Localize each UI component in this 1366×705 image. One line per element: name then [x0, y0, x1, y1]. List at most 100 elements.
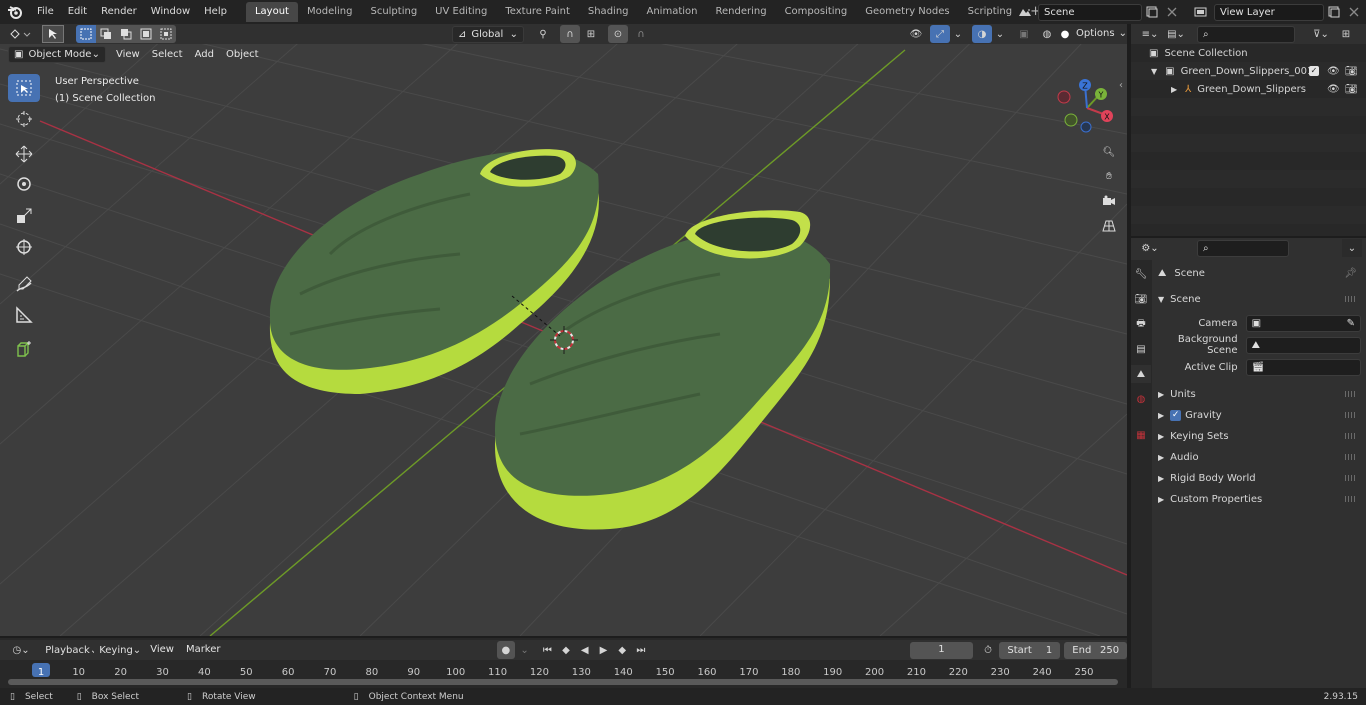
ortho-toggle-icon[interactable]	[1098, 216, 1120, 236]
overlays-toggle-icon[interactable]: ◑	[972, 25, 992, 43]
tab-layout[interactable]: Layout	[245, 2, 298, 22]
jump-start-icon[interactable]: ⏮	[538, 641, 557, 659]
expand-down-icon[interactable]: ▼	[1151, 67, 1157, 76]
render-camera-icon[interactable]: 📷︎	[1345, 66, 1358, 77]
visibility-eye-icon[interactable]: 👁︎	[1327, 66, 1340, 77]
pivot-point-icon[interactable]: ⚲	[530, 25, 556, 43]
panel-gravity[interactable]: ▶ ✓ Gravity	[1158, 405, 1361, 425]
menu-add[interactable]: Add	[189, 46, 220, 64]
visibility-eye-icon[interactable]: 👁︎	[1327, 84, 1340, 95]
tab-modeling[interactable]: Modeling	[298, 2, 362, 22]
timeline-menu-view[interactable]: View	[144, 641, 180, 659]
pan-hand-icon[interactable]: ✋︎	[1098, 166, 1120, 186]
tool-transform-button[interactable]	[8, 233, 40, 261]
auto-keying-icon[interactable]: ●	[496, 641, 516, 659]
tool-select-box-button[interactable]	[8, 74, 40, 102]
tool-measure-button[interactable]	[8, 301, 40, 329]
select-mode-extend-icon[interactable]	[96, 25, 116, 43]
camera-view-icon[interactable]	[1098, 191, 1120, 211]
render-camera-icon[interactable]: 📷︎	[1345, 84, 1358, 95]
camera-field[interactable]: ▣ ✎	[1245, 314, 1361, 332]
tab-compositing[interactable]: Compositing	[776, 2, 857, 22]
preview-range-icon[interactable]: ⏱	[979, 641, 998, 659]
next-keyframe-icon[interactable]: ◆	[613, 641, 632, 659]
tool-annotate-button[interactable]	[8, 270, 40, 298]
drag-handle-icon[interactable]	[1345, 391, 1355, 397]
menu-file[interactable]: File	[30, 2, 61, 22]
tab-animation[interactable]: Animation	[638, 2, 707, 22]
drag-handle-icon[interactable]	[1345, 412, 1355, 418]
panel-scene-header[interactable]: ▼ Scene	[1158, 289, 1361, 309]
select-mode-invert-icon[interactable]	[136, 25, 156, 43]
mode-dropdown[interactable]: ▣ Object Mode ⌄	[8, 46, 106, 63]
menu-window[interactable]: Window	[144, 2, 197, 22]
timeline-editor-type-icon[interactable]: ◷⌄	[8, 641, 34, 659]
tool-scale-button[interactable]	[8, 202, 40, 230]
select-mode-intersect-icon[interactable]	[156, 25, 176, 43]
keying-menu[interactable]: Keying ⌄	[94, 641, 141, 659]
tool-select-icon[interactable]	[42, 25, 64, 43]
keying-options-icon[interactable]: ⌄	[515, 641, 534, 659]
tab-render-icon[interactable]: 📷︎	[1131, 290, 1151, 308]
panel-rigid-body-world[interactable]: ▶ Rigid Body World	[1158, 468, 1361, 488]
menu-render[interactable]: Render	[94, 2, 144, 22]
blender-logo-icon[interactable]	[0, 0, 30, 24]
shading-wireframe-icon[interactable]: ◍	[1038, 25, 1056, 43]
tab-scene-icon[interactable]: ⛰	[1131, 365, 1151, 383]
scene-icon[interactable]	[1012, 3, 1038, 21]
snap-toggle-icon[interactable]: ∩	[560, 25, 580, 43]
start-frame-field[interactable]: Start 1	[999, 641, 1061, 659]
menu-view[interactable]: View	[110, 46, 146, 64]
overlays-menu-icon[interactable]: ⌄	[992, 25, 1008, 43]
outliner-search-input[interactable]: ⌕	[1197, 25, 1295, 43]
tab-tool-icon[interactable]: 🔧︎	[1131, 265, 1151, 283]
background-scene-field[interactable]: ⛰	[1245, 336, 1361, 354]
zoom-icon[interactable]: 🔍︎	[1098, 142, 1120, 162]
drag-handle-icon[interactable]	[1345, 475, 1355, 481]
tool-cursor-button[interactable]	[8, 105, 40, 133]
select-mode-subtract-icon[interactable]	[116, 25, 136, 43]
menu-select[interactable]: Select	[146, 46, 189, 64]
viewport-3d[interactable]	[0, 24, 1127, 636]
panel-keying-sets[interactable]: ▶ Keying Sets	[1158, 426, 1361, 446]
xray-toggle-icon[interactable]: ▣	[1014, 25, 1034, 43]
menu-edit[interactable]: Edit	[61, 2, 94, 22]
gravity-checkbox[interactable]: ✓	[1170, 409, 1182, 421]
panel-custom-properties[interactable]: ▶ Custom Properties	[1158, 489, 1361, 509]
gizmo-toggle-icon[interactable]: ⤢	[930, 25, 950, 43]
panel-units[interactable]: ▶ Units	[1158, 384, 1361, 404]
include-checkbox[interactable]: ✓	[1309, 66, 1319, 76]
select-mode-new-icon[interactable]	[76, 25, 96, 43]
timeline-scrollbar[interactable]	[8, 679, 1118, 685]
drag-handle-icon[interactable]	[1345, 454, 1355, 460]
tab-texture-paint[interactable]: Texture Paint	[496, 2, 579, 22]
delete-scene-icon[interactable]	[1162, 3, 1182, 21]
tab-geometry-nodes[interactable]: Geometry Nodes	[856, 2, 958, 22]
new-scene-icon[interactable]	[1142, 3, 1162, 21]
eyedropper-icon[interactable]: ✎	[1347, 316, 1355, 331]
delete-view-layer-icon[interactable]	[1344, 3, 1364, 21]
outliner-row-collection[interactable]: ▼ ▣ Green_Down_Slippers_001 ✓ 👁︎ 📷︎	[1131, 62, 1366, 80]
jump-end-icon[interactable]: ⏭	[632, 641, 651, 659]
orientation-dropdown[interactable]: ⊿ Global ⌄	[452, 25, 524, 43]
tab-texture-icon[interactable]: ▦	[1131, 426, 1151, 444]
new-collection-icon[interactable]: ⊞	[1335, 25, 1357, 43]
drag-handle-icon[interactable]	[1345, 433, 1355, 439]
options-dropdown[interactable]: Options ⌄	[1070, 25, 1127, 43]
tab-world-icon[interactable]: ◍	[1131, 390, 1151, 408]
outliner-row-scene-collection[interactable]: ▣ Scene Collection	[1131, 44, 1366, 62]
tool-rotate-button[interactable]	[8, 170, 40, 198]
tab-view-layer-icon[interactable]: ▤	[1131, 340, 1151, 358]
panel-audio[interactable]: ▶ Audio	[1158, 447, 1361, 467]
snap-settings-icon[interactable]: ⊞	[580, 25, 602, 43]
outliner-row-object[interactable]: ▶ ⅄ Green_Down_Slippers 👁︎ 📷︎	[1131, 80, 1366, 98]
menu-help[interactable]: Help	[197, 2, 234, 22]
pin-icon[interactable]: 📌︎	[1344, 268, 1357, 279]
drag-handle-icon[interactable]	[1345, 496, 1355, 502]
tab-output-icon[interactable]: 🖶	[1131, 315, 1151, 333]
properties-editor-type-icon[interactable]: ⚙⌄	[1137, 239, 1163, 257]
play-icon[interactable]: ▶	[594, 641, 613, 659]
drag-handle-icon[interactable]	[1345, 296, 1355, 302]
end-frame-field[interactable]: End 250	[1064, 641, 1128, 659]
new-view-layer-icon[interactable]	[1324, 3, 1344, 21]
